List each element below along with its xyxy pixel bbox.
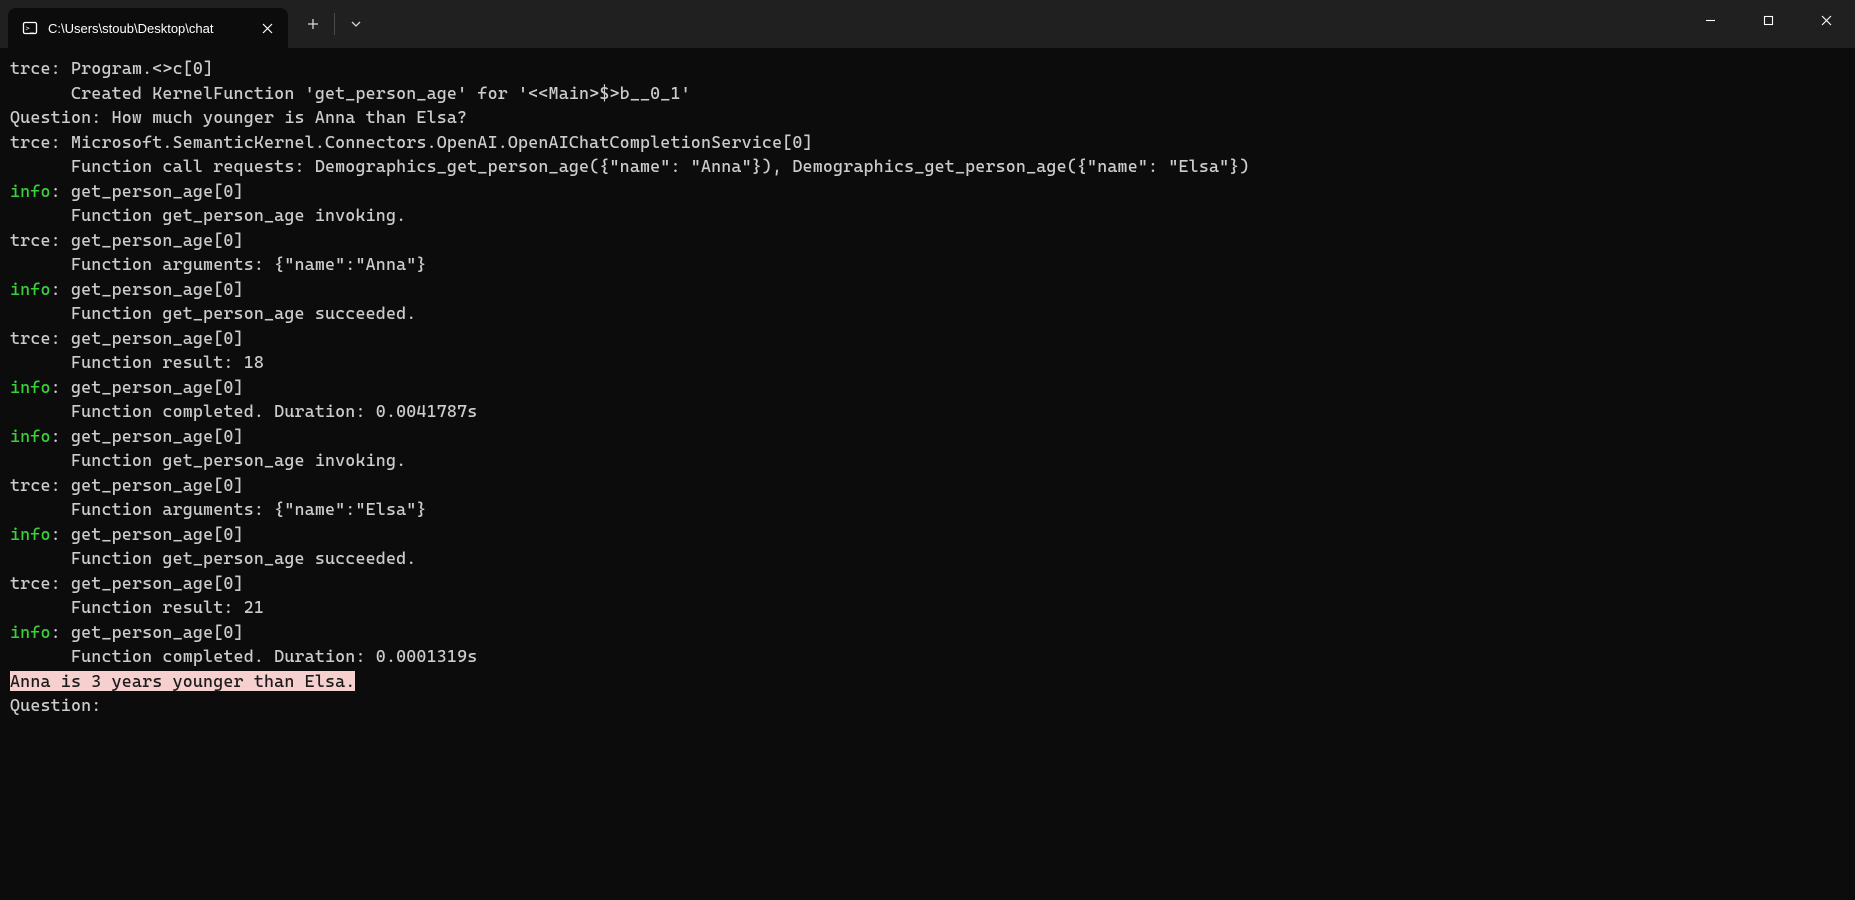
log-body: Function get_person_age invoking. [10,205,406,225]
log-head: : get_person_age[0] [51,377,244,397]
window-controls [1681,0,1855,48]
log-head: : get_person_age[0] [51,279,244,299]
titlebar: >_ C:\Users\stoub\Desktop\chat [0,0,1855,48]
log-head: : get_person_age[0] [51,573,244,593]
log-body: Function get_person_age succeeded. [10,303,416,323]
log-head: : get_person_age[0] [51,426,244,446]
log-level-trce: trce [10,58,51,78]
terminal-line: Function get_person_age invoking. [10,448,1845,473]
log-head: : get_person_age[0] [51,524,244,544]
terminal-line: info: get_person_age[0] [10,620,1845,645]
terminal-line: Function get_person_age invoking. [10,203,1845,228]
log-body: Question: How much younger is Anna than … [10,107,467,127]
log-head: : Microsoft.SemanticKernel.Connectors.Op… [51,132,813,152]
minimize-button[interactable] [1681,0,1739,40]
tab-title: C:\Users\stoub\Desktop\chat [48,21,248,36]
log-level-info: info [10,377,51,397]
terminal-line: Function completed. Duration: 0.0041787s [10,399,1845,424]
log-head: : get_person_age[0] [51,475,244,495]
terminal-line: info: get_person_age[0] [10,277,1845,302]
highlighted-answer: Anna is 3 years younger than Elsa. [10,671,355,691]
log-head: : Program.<>c[0] [51,58,214,78]
log-level-trce: trce [10,475,51,495]
terminal-line: trce: get_person_age[0] [10,326,1845,351]
terminal-line: trce: get_person_age[0] [10,571,1845,596]
log-head: : get_person_age[0] [51,328,244,348]
close-button[interactable] [1797,0,1855,40]
log-level-info: info [10,622,51,642]
terminal-line: Question: [10,693,1845,718]
terminal-line: Question: How much younger is Anna than … [10,105,1845,130]
log-body: Function arguments: {"name":"Anna"} [10,254,427,274]
log-level-trce: trce [10,573,51,593]
terminal-line: Function call requests: Demographics_get… [10,154,1845,179]
log-body: Function completed. Duration: 0.0041787s [10,401,477,421]
log-body: Function get_person_age succeeded. [10,548,416,568]
log-level-trce: trce [10,328,51,348]
log-body: Function call requests: Demographics_get… [10,156,1250,176]
log-body: Function get_person_age invoking. [10,450,406,470]
terminal-line: Function result: 18 [10,350,1845,375]
terminal-icon: >_ [22,20,38,36]
terminal-line: trce: get_person_age[0] [10,228,1845,253]
tab-dropdown-button[interactable] [339,7,373,41]
terminal-line: info: get_person_age[0] [10,424,1845,449]
log-level-trce: trce [10,132,51,152]
tab-actions [288,0,373,48]
new-tab-button[interactable] [296,7,330,41]
terminal-line: Function result: 21 [10,595,1845,620]
svg-text:>_: >_ [26,25,35,33]
tab-divider [334,13,335,35]
log-level-info: info [10,279,51,299]
terminal-line: Function completed. Duration: 0.0001319s [10,644,1845,669]
terminal-line: Function arguments: {"name":"Elsa"} [10,497,1845,522]
terminal-line: Created KernelFunction 'get_person_age' … [10,81,1845,106]
terminal-line: Function get_person_age succeeded. [10,546,1845,571]
log-head: : get_person_age[0] [51,622,244,642]
terminal-line: info: get_person_age[0] [10,522,1845,547]
log-body: Created KernelFunction 'get_person_age' … [10,83,691,103]
terminal-line: info: get_person_age[0] [10,179,1845,204]
log-level-info: info [10,181,51,201]
terminal-line: Function get_person_age succeeded. [10,301,1845,326]
active-tab[interactable]: >_ C:\Users\stoub\Desktop\chat [8,8,288,48]
log-level-info: info [10,426,51,446]
terminal-line: Function arguments: {"name":"Anna"} [10,252,1845,277]
terminal-line: trce: Microsoft.SemanticKernel.Connector… [10,130,1845,155]
log-head: : get_person_age[0] [51,230,244,250]
log-body: Function completed. Duration: 0.0001319s [10,646,477,666]
log-body: Question: [10,695,101,715]
log-body: Function arguments: {"name":"Elsa"} [10,499,427,519]
log-body: Function result: 18 [10,352,264,372]
terminal-line: Anna is 3 years younger than Elsa. [10,669,1845,694]
terminal-line: trce: Program.<>c[0] [10,56,1845,81]
maximize-button[interactable] [1739,0,1797,40]
terminal-line: trce: get_person_age[0] [10,473,1845,498]
log-body: Function result: 21 [10,597,264,617]
terminal-line: info: get_person_age[0] [10,375,1845,400]
terminal-output[interactable]: trce: Program.<>c[0] Created KernelFunct… [0,48,1855,900]
log-level-trce: trce [10,230,51,250]
tab-close-button[interactable] [258,19,276,37]
log-level-info: info [10,524,51,544]
log-head: : get_person_age[0] [51,181,244,201]
